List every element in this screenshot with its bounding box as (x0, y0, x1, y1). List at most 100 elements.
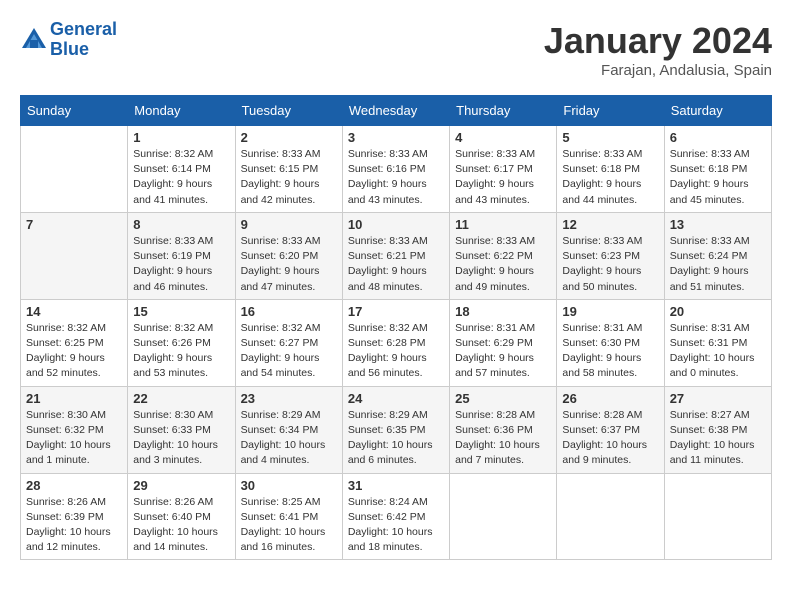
day-info: Sunrise: 8:33 AMSunset: 6:15 PMDaylight:… (241, 147, 337, 208)
day-number: 4 (455, 130, 551, 145)
day-number: 10 (348, 217, 444, 232)
weekday-header-monday: Monday (128, 96, 235, 126)
day-number: 30 (241, 478, 337, 493)
calendar-cell: 8 Sunrise: 8:33 AMSunset: 6:19 PMDaylight… (128, 212, 235, 299)
day-info: Sunrise: 8:32 AMSunset: 6:28 PMDaylight:… (348, 321, 444, 382)
day-number: 5 (562, 130, 658, 145)
day-info: Sunrise: 8:32 AMSunset: 6:25 PMDaylight:… (26, 321, 122, 382)
weekday-header-wednesday: Wednesday (342, 96, 449, 126)
calendar-cell: 5 Sunrise: 8:33 AMSunset: 6:18 PMDaylight… (557, 126, 664, 213)
weekday-header-saturday: Saturday (664, 96, 771, 126)
day-number: 2 (241, 130, 337, 145)
day-number: 16 (241, 304, 337, 319)
logo-text: General Blue (50, 20, 117, 60)
day-number: 1 (133, 130, 229, 145)
day-info: Sunrise: 8:26 AMSunset: 6:40 PMDaylight:… (133, 495, 229, 556)
day-number: 28 (26, 478, 122, 493)
day-info: Sunrise: 8:33 AMSunset: 6:23 PMDaylight:… (562, 234, 658, 295)
weekday-header-sunday: Sunday (21, 96, 128, 126)
calendar-cell (450, 473, 557, 560)
calendar-cell: 23 Sunrise: 8:29 AMSunset: 6:34 PMDayligh… (235, 386, 342, 473)
calendar-cell: 13 Sunrise: 8:33 AMSunset: 6:24 PMDayligh… (664, 212, 771, 299)
day-number: 8 (133, 217, 229, 232)
day-number: 29 (133, 478, 229, 493)
calendar-cell: 16 Sunrise: 8:32 AMSunset: 6:27 PMDayligh… (235, 299, 342, 386)
calendar-cell: 19 Sunrise: 8:31 AMSunset: 6:30 PMDayligh… (557, 299, 664, 386)
calendar-cell: 3 Sunrise: 8:33 AMSunset: 6:16 PMDaylight… (342, 126, 449, 213)
calendar-cell: 22 Sunrise: 8:30 AMSunset: 6:33 PMDayligh… (128, 386, 235, 473)
weekday-header-friday: Friday (557, 96, 664, 126)
day-info: Sunrise: 8:30 AMSunset: 6:33 PMDaylight:… (133, 408, 229, 469)
calendar-week-5: 28Sunrise: 8:26 AMSunset: 6:39 PMDayligh… (21, 473, 772, 560)
calendar-cell: 30Sunrise: 8:25 AMSunset: 6:41 PMDayligh… (235, 473, 342, 560)
calendar-cell: 9 Sunrise: 8:33 AMSunset: 6:20 PMDaylight… (235, 212, 342, 299)
day-number: 26 (562, 391, 658, 406)
title-area: January 2024 Farajan, Andalusia, Spain (544, 20, 772, 79)
calendar-cell: 18Sunrise: 8:31 AMSunset: 6:29 PMDayligh… (450, 299, 557, 386)
day-info: Sunrise: 8:29 AMSunset: 6:35 PMDaylight:… (348, 408, 444, 469)
calendar-week-3: 14 Sunrise: 8:32 AMSunset: 6:25 PMDayligh… (21, 299, 772, 386)
day-number: 18 (455, 304, 551, 319)
calendar-cell: 10 Sunrise: 8:33 AMSunset: 6:21 PMDayligh… (342, 212, 449, 299)
weekday-header-thursday: Thursday (450, 96, 557, 126)
calendar-cell: 15 Sunrise: 8:32 AMSunset: 6:26 PMDayligh… (128, 299, 235, 386)
day-number: 11 (455, 217, 551, 232)
calendar-cell: 25Sunrise: 8:28 AMSunset: 6:36 PMDayligh… (450, 386, 557, 473)
day-info: Sunrise: 8:28 AMSunset: 6:36 PMDaylight:… (455, 408, 551, 469)
location-title: Farajan, Andalusia, Spain (544, 62, 772, 79)
day-number: 27 (670, 391, 766, 406)
day-info: Sunrise: 8:33 AMSunset: 6:21 PMDaylight:… (348, 234, 444, 295)
calendar-cell: 20 Sunrise: 8:31 AMSunset: 6:31 PMDayligh… (664, 299, 771, 386)
day-info: Sunrise: 8:31 AMSunset: 6:30 PMDaylight:… (562, 321, 658, 382)
day-info: Sunrise: 8:33 AMSunset: 6:20 PMDaylight:… (241, 234, 337, 295)
day-number: 24 (348, 391, 444, 406)
calendar-week-1: 1Sunrise: 8:32 AMSunset: 6:14 PMDaylight… (21, 126, 772, 213)
calendar-cell: 21Sunrise: 8:30 AMSunset: 6:32 PMDayligh… (21, 386, 128, 473)
day-number: 22 (133, 391, 229, 406)
calendar-cell: 7 (21, 212, 128, 299)
logo: General Blue (20, 20, 117, 60)
day-number: 15 (133, 304, 229, 319)
day-info: Sunrise: 8:33 AMSunset: 6:16 PMDaylight:… (348, 147, 444, 208)
day-number: 23 (241, 391, 337, 406)
day-info: Sunrise: 8:24 AMSunset: 6:42 PMDaylight:… (348, 495, 444, 556)
calendar-cell: 27 Sunrise: 8:27 AMSunset: 6:38 PMDayligh… (664, 386, 771, 473)
day-number: 17 (348, 304, 444, 319)
calendar-cell: 26Sunrise: 8:28 AMSunset: 6:37 PMDayligh… (557, 386, 664, 473)
day-number: 21 (26, 391, 122, 406)
calendar-cell: 31Sunrise: 8:24 AMSunset: 6:42 PMDayligh… (342, 473, 449, 560)
day-number: 13 (670, 217, 766, 232)
day-info: Sunrise: 8:32 AMSunset: 6:26 PMDaylight:… (133, 321, 229, 382)
day-info: Sunrise: 8:27 AMSunset: 6:38 PMDaylight:… (670, 408, 766, 469)
day-info: Sunrise: 8:33 AMSunset: 6:19 PMDaylight:… (133, 234, 229, 295)
day-info: Sunrise: 8:31 AMSunset: 6:31 PMDaylight:… (670, 321, 766, 382)
day-info: Sunrise: 8:33 AMSunset: 6:24 PMDaylight:… (670, 234, 766, 295)
calendar-cell: 24 Sunrise: 8:29 AMSunset: 6:35 PMDayligh… (342, 386, 449, 473)
calendar-cell: 29 Sunrise: 8:26 AMSunset: 6:40 PMDayligh… (128, 473, 235, 560)
calendar-cell: 28Sunrise: 8:26 AMSunset: 6:39 PMDayligh… (21, 473, 128, 560)
day-info: Sunrise: 8:32 AMSunset: 6:27 PMDaylight:… (241, 321, 337, 382)
calendar-cell: 6Sunrise: 8:33 AMSunset: 6:18 PMDaylight… (664, 126, 771, 213)
calendar-week-2: 78 Sunrise: 8:33 AMSunset: 6:19 PMDayligh… (21, 212, 772, 299)
day-number: 9 (241, 217, 337, 232)
day-number: 3 (348, 130, 444, 145)
day-number: 20 (670, 304, 766, 319)
calendar-cell: 4Sunrise: 8:33 AMSunset: 6:17 PMDaylight… (450, 126, 557, 213)
day-number: 12 (562, 217, 658, 232)
weekday-header-row: SundayMondayTuesdayWednesdayThursdayFrid… (21, 96, 772, 126)
day-info: Sunrise: 8:33 AMSunset: 6:18 PMDaylight:… (562, 147, 658, 208)
month-title: January 2024 (544, 20, 772, 62)
calendar-cell: 11 Sunrise: 8:33 AMSunset: 6:22 PMDayligh… (450, 212, 557, 299)
day-number: 19 (562, 304, 658, 319)
day-info: Sunrise: 8:29 AMSunset: 6:34 PMDaylight:… (241, 408, 337, 469)
calendar-cell: 14 Sunrise: 8:32 AMSunset: 6:25 PMDayligh… (21, 299, 128, 386)
calendar-cell (664, 473, 771, 560)
day-info: Sunrise: 8:33 AMSunset: 6:22 PMDaylight:… (455, 234, 551, 295)
day-number: 14 (26, 304, 122, 319)
calendar-cell (21, 126, 128, 213)
weekday-header-tuesday: Tuesday (235, 96, 342, 126)
calendar-cell (557, 473, 664, 560)
calendar-table: SundayMondayTuesdayWednesdayThursdayFrid… (20, 95, 772, 560)
calendar-cell: 12 Sunrise: 8:33 AMSunset: 6:23 PMDayligh… (557, 212, 664, 299)
logo-icon (20, 26, 48, 54)
